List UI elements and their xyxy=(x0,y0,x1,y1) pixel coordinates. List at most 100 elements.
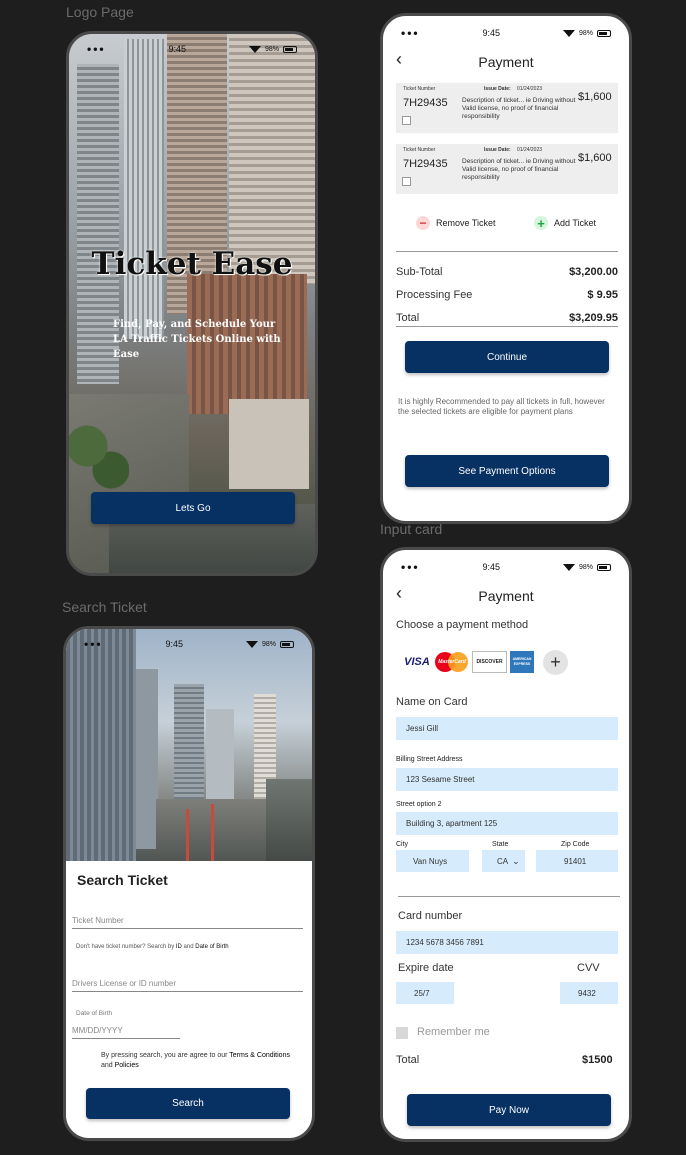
subtotal-label: Sub-Total xyxy=(396,266,443,278)
name-on-card-label: Name on Card xyxy=(396,696,468,708)
wifi-icon xyxy=(245,640,258,648)
add-ticket-label: Add Ticket xyxy=(554,218,597,228)
battery-icon xyxy=(280,640,294,648)
add-card-plus-icon[interactable]: + xyxy=(543,650,568,675)
drivers-license-input[interactable]: Drivers License or ID number xyxy=(72,979,303,992)
remove-ticket-button[interactable]: − Remove Ticket xyxy=(416,216,496,230)
policies-link[interactable]: Policies xyxy=(115,1062,139,1069)
battery-icon xyxy=(597,563,611,571)
total-label: Total xyxy=(396,1054,420,1066)
ticket-number-input[interactable]: Ticket Number xyxy=(72,916,303,929)
chevron-down-icon: ⌄ xyxy=(512,855,520,866)
mastercard-label: MasterCard xyxy=(438,659,466,665)
app-subtitle: Find, Pay, and Schedule Your LA Traffic … xyxy=(113,319,281,360)
billing-address-label: Billing Street Address xyxy=(396,756,463,763)
city-street-image xyxy=(66,629,312,861)
cvv-label: CVV xyxy=(577,962,600,974)
ticket-description: Description of ticket... ie Driving with… xyxy=(462,158,576,181)
ticket-amount: $1,600 xyxy=(578,152,612,164)
battery-icon xyxy=(597,29,611,37)
payment-note: It is highly Recommended to pay all tick… xyxy=(398,397,605,416)
lets-go-button[interactable]: Lets Go xyxy=(91,492,295,524)
city-label: City xyxy=(396,841,409,848)
battery-percent: 98% xyxy=(261,640,276,648)
ticket-description: Description of ticket... ie Driving with… xyxy=(462,97,576,120)
app-title: Ticket Ease xyxy=(91,246,293,282)
plus-icon: + xyxy=(534,216,548,231)
remember-me-checkbox[interactable] xyxy=(396,1027,408,1039)
state-label: State xyxy=(492,841,509,848)
remove-ticket-label: Remove Ticket xyxy=(436,218,496,228)
page-title: Search Ticket xyxy=(77,872,168,888)
terms-and: and xyxy=(101,1062,115,1069)
ticket-checkbox[interactable] xyxy=(402,116,411,125)
frame-label-logo-page: Logo Page xyxy=(66,4,134,20)
discover-logo[interactable]: DISCOVER xyxy=(472,651,507,673)
issue-date: 01/24/2023 xyxy=(517,86,543,92)
billing-address-input[interactable]: 123 Sesame Street xyxy=(396,768,618,791)
choose-method-label: Choose a payment method xyxy=(396,619,529,631)
issue-date: 01/24/2023 xyxy=(517,147,543,153)
processing-fee-row: Processing Fee $ 9.95 xyxy=(396,289,618,301)
ticket-checkbox[interactable] xyxy=(402,177,411,186)
status-time: 9:45 xyxy=(482,28,501,38)
status-time: 9:45 xyxy=(165,639,184,649)
visa-logo[interactable]: VISA xyxy=(400,651,434,673)
page-title: Payment xyxy=(478,54,534,70)
ticket-card[interactable]: Ticket Number Issue Date: 01/24/2023 7H2… xyxy=(396,83,618,133)
card-number-label: Card number xyxy=(398,910,463,922)
terms-link[interactable]: Terms & Conditions xyxy=(229,1052,290,1059)
battery-percent: 98% xyxy=(578,29,593,37)
amex-logo[interactable]: AMERICAN EXPRESS xyxy=(510,651,534,673)
battery-icon xyxy=(283,45,297,53)
wifi-icon xyxy=(562,563,575,571)
search-hint-text: Don't have ticket number? Search by xyxy=(76,944,176,950)
input-card-screen: ••• 9:45 98% ‹ Payment Choose a payment … xyxy=(380,547,632,1142)
expire-date-input[interactable]: 25/7 xyxy=(396,982,454,1004)
terms-text: By pressing search, you are agree to our xyxy=(101,1052,230,1059)
subtotal-row: Sub-Total $3,200.00 xyxy=(396,266,618,278)
processing-fee-label: Processing Fee xyxy=(396,289,473,301)
mastercard-logo[interactable]: MasterCard xyxy=(435,651,469,673)
processing-fee-value: $ 9.95 xyxy=(587,289,618,301)
ticket-amount: $1,600 xyxy=(578,91,612,103)
see-payment-options-button[interactable]: See Payment Options xyxy=(405,455,609,487)
add-ticket-button[interactable]: + Add Ticket xyxy=(534,216,597,231)
divider xyxy=(398,896,620,897)
zip-code-input[interactable]: 91401 xyxy=(536,850,618,872)
ticket-number: 7H29435 xyxy=(403,158,448,170)
name-on-card-input[interactable]: Jessi Gill xyxy=(396,717,618,740)
city-input[interactable]: Van Nuys xyxy=(396,850,469,872)
total-value: $1500 xyxy=(582,1054,613,1066)
signal-dots-icon: ••• xyxy=(87,42,106,56)
payment-screen: ••• 9:45 98% ‹ Payment Ticket Number Iss… xyxy=(380,13,632,524)
street-option-input[interactable]: Building 3, apartment 125 xyxy=(396,812,618,835)
ticket-number: 7H29435 xyxy=(403,97,448,109)
cvv-input[interactable]: 9432 xyxy=(560,982,618,1004)
card-number-input[interactable]: 1234 5678 3456 7891 xyxy=(396,931,618,954)
dob-label: Date of Birth xyxy=(76,1010,113,1017)
state-value: CA xyxy=(497,856,509,866)
search-button[interactable]: Search xyxy=(86,1088,290,1119)
issue-date-label: Issue Date: xyxy=(484,147,511,153)
subtotal-value: $3,200.00 xyxy=(569,266,618,278)
page-title: Payment xyxy=(478,588,534,604)
total-value: $3,209.95 xyxy=(569,312,618,324)
pay-now-button[interactable]: Pay Now xyxy=(407,1094,611,1126)
signal-dots-icon: ••• xyxy=(401,26,420,40)
state-select[interactable]: CA ⌄ xyxy=(482,850,525,872)
search-by-dob-link[interactable]: Date of Birth xyxy=(195,944,228,950)
logo-page-screen: ••• 9:45 98% Ticket Ease Find, Pay, and … xyxy=(66,31,318,576)
status-time: 9:45 xyxy=(482,562,501,572)
signal-dots-icon: ••• xyxy=(84,637,103,651)
issue-date-label: Issue Date: xyxy=(484,86,511,92)
ticket-card[interactable]: Ticket Number Issue Date: 01/24/2023 7H2… xyxy=(396,144,618,194)
dob-input[interactable]: MM/DD/YYYY xyxy=(72,1026,180,1039)
battery-percent: 98% xyxy=(578,563,593,571)
remember-me-label: Remember me xyxy=(417,1026,490,1038)
search-hint-and: and xyxy=(181,944,196,950)
continue-button[interactable]: Continue xyxy=(405,341,609,373)
status-time: 9:45 xyxy=(168,44,187,54)
wifi-icon xyxy=(248,45,261,53)
street-option-label: Street option 2 xyxy=(396,801,442,808)
